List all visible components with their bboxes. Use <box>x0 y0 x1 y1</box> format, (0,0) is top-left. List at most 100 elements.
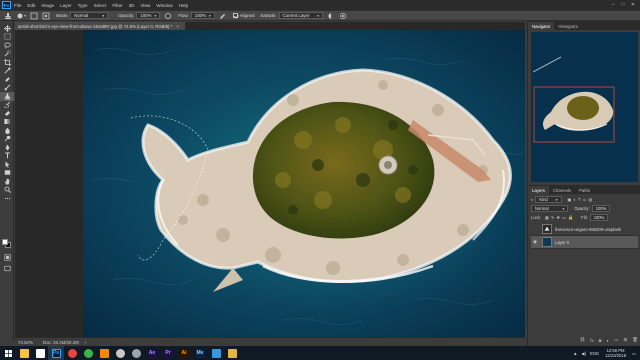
crop-tool-icon[interactable] <box>0 58 14 67</box>
history-brush-tool-icon[interactable] <box>0 101 14 110</box>
menu-file[interactable]: File <box>14 3 21 8</box>
flow-field[interactable]: 100% ▾ <box>190 12 215 19</box>
menu-help[interactable]: Help <box>179 3 188 8</box>
rectangle-tool-icon[interactable] <box>0 169 14 178</box>
menu-3d[interactable]: 3D <box>129 3 135 8</box>
menu-select[interactable]: Select <box>94 3 107 8</box>
link-layers-icon[interactable]: ⛓ <box>580 337 586 343</box>
input-language[interactable]: ENG <box>590 351 599 356</box>
close-tab-icon[interactable]: × <box>176 24 179 29</box>
adjustment-layer-icon[interactable]: ◐ <box>607 338 610 343</box>
vscode-icon[interactable] <box>208 346 224 360</box>
menu-filter[interactable]: Filter <box>112 3 122 8</box>
after-effects-icon[interactable]: Ae <box>144 346 160 360</box>
tab-navigator[interactable]: Navigator <box>528 22 555 30</box>
lasso-tool-icon[interactable] <box>0 41 14 50</box>
fill-field[interactable]: 100% <box>589 214 609 221</box>
volume-icon[interactable]: ◀) <box>581 351 586 356</box>
premiere-icon[interactable]: Pr <box>160 346 176 360</box>
document-tab[interactable]: aerial-shot-bird-s-eye-view-from-above-1… <box>15 22 185 30</box>
brush-tool-icon[interactable] <box>0 84 14 93</box>
new-layer-icon[interactable]: ⊞ <box>624 337 628 343</box>
steam-icon[interactable] <box>112 346 128 360</box>
filter-icons[interactable]: ▣◐T▭▤ <box>568 197 595 202</box>
canvas-area[interactable] <box>15 30 525 337</box>
quick-select-tool-icon[interactable] <box>0 50 14 59</box>
illustrator-icon[interactable]: Ai <box>176 346 192 360</box>
marquee-tool-icon[interactable] <box>0 33 14 42</box>
brush-panel-icon[interactable] <box>30 12 38 20</box>
brush-size-icon[interactable]: ▾ <box>16 12 26 20</box>
blur-tool-icon[interactable] <box>0 126 14 135</box>
tab-channels[interactable]: Channels <box>549 186 575 194</box>
media-encoder-icon[interactable]: Me <box>192 346 208 360</box>
healing-brush-tool-icon[interactable] <box>0 75 14 84</box>
media-icon[interactable] <box>128 346 144 360</box>
path-selection-tool-icon[interactable] <box>0 160 14 169</box>
layer-name[interactable]: Layer 0 <box>555 240 569 245</box>
more-tools-icon[interactable] <box>0 194 14 203</box>
opacity-field[interactable]: 100% ▾ <box>136 12 161 19</box>
tab-layers[interactable]: Layers <box>528 186 549 194</box>
tab-paths[interactable]: Paths <box>575 186 594 194</box>
clone-stamp-tool-icon[interactable] <box>4 12 12 20</box>
screen-mode-icon[interactable] <box>0 264 14 273</box>
menu-edit[interactable]: Edit <box>27 3 35 8</box>
folder-icon[interactable] <box>224 346 240 360</box>
new-group-icon[interactable]: ▭ <box>614 337 618 343</box>
status-arrow-icon[interactable]: › <box>85 340 86 345</box>
gradient-tool-icon[interactable] <box>0 118 14 127</box>
menu-type[interactable]: Type <box>78 3 88 8</box>
menu-image[interactable]: Image <box>41 3 54 8</box>
file-explorer-icon[interactable] <box>16 346 32 360</box>
foreground-color-swatch[interactable] <box>2 239 8 245</box>
dodge-tool-icon[interactable] <box>0 135 14 144</box>
move-tool-icon[interactable] <box>0 24 14 33</box>
layer-row-layer-0[interactable]: ◉ Layer 0 <box>531 236 638 249</box>
vlc-icon[interactable] <box>96 346 112 360</box>
kind-dropdown[interactable]: Kind ▾ <box>535 196 562 203</box>
pen-tool-icon[interactable] <box>0 143 14 152</box>
close-icon[interactable]: ✕ <box>628 2 638 8</box>
mode-dropdown[interactable]: Normal ▾ <box>70 12 109 19</box>
store-icon[interactable] <box>32 346 48 360</box>
aerial-island-photo[interactable] <box>83 30 525 337</box>
hand-tool-icon[interactable] <box>0 177 14 186</box>
clock[interactable]: 12:56 PM 12/23/2018 <box>605 348 626 358</box>
maximize-icon[interactable]: □ <box>618 2 628 8</box>
sample-dropdown[interactable]: Current Layer ▾ <box>278 12 324 19</box>
type-tool-icon[interactable] <box>0 152 14 161</box>
zoom-tool-icon[interactable] <box>0 186 14 195</box>
network-icon[interactable]: ▲ <box>573 351 577 356</box>
eraser-tool-icon[interactable] <box>0 109 14 118</box>
visibility-eye-icon[interactable]: ◉ <box>531 239 539 245</box>
menu-view[interactable]: View <box>140 3 150 8</box>
fx-icon[interactable]: fx <box>590 338 594 343</box>
photoshop-icon[interactable]: Ps <box>48 346 64 360</box>
menu-window[interactable]: Window <box>156 3 172 8</box>
blend-mode-dropdown[interactable]: Normal ▾ <box>531 205 569 212</box>
eyedropper-tool-icon[interactable] <box>0 67 14 76</box>
pressure-size-icon[interactable] <box>339 12 347 20</box>
pressure-opacity-icon[interactable] <box>164 12 172 20</box>
tab-histogram[interactable]: Histogram <box>554 22 582 30</box>
notifications-icon[interactable]: ▭ <box>632 351 636 356</box>
add-mask-icon[interactable]: ◙ <box>599 338 602 343</box>
layer-row-francesco[interactable]: francesco-ungaro-595209-unsplash <box>531 223 638 236</box>
delete-layer-icon[interactable]: 🗑 <box>632 337 638 343</box>
chrome-icon[interactable] <box>64 346 80 360</box>
windows-start-icon[interactable] <box>0 346 16 360</box>
clone-stamp-tool-icon-active[interactable] <box>0 92 14 101</box>
ignore-adjustment-icon[interactable] <box>327 12 335 20</box>
layer-opacity-field[interactable]: 100% <box>591 205 611 212</box>
minimize-icon[interactable]: – <box>608 2 618 8</box>
app-green-icon[interactable] <box>80 346 96 360</box>
airbrush-icon[interactable] <box>219 12 227 20</box>
menu-layer[interactable]: Layer <box>60 3 72 8</box>
layer-name[interactable]: francesco-ungaro-595209-unsplash <box>555 227 621 232</box>
lock-icons[interactable]: ▦✎✥▭🔒 <box>545 215 575 221</box>
clone-source-icon[interactable] <box>42 12 50 20</box>
quick-mask-icon[interactable] <box>0 253 14 262</box>
navigator-preview[interactable] <box>531 32 638 182</box>
zoom-level[interactable]: 72.52% <box>18 340 33 345</box>
